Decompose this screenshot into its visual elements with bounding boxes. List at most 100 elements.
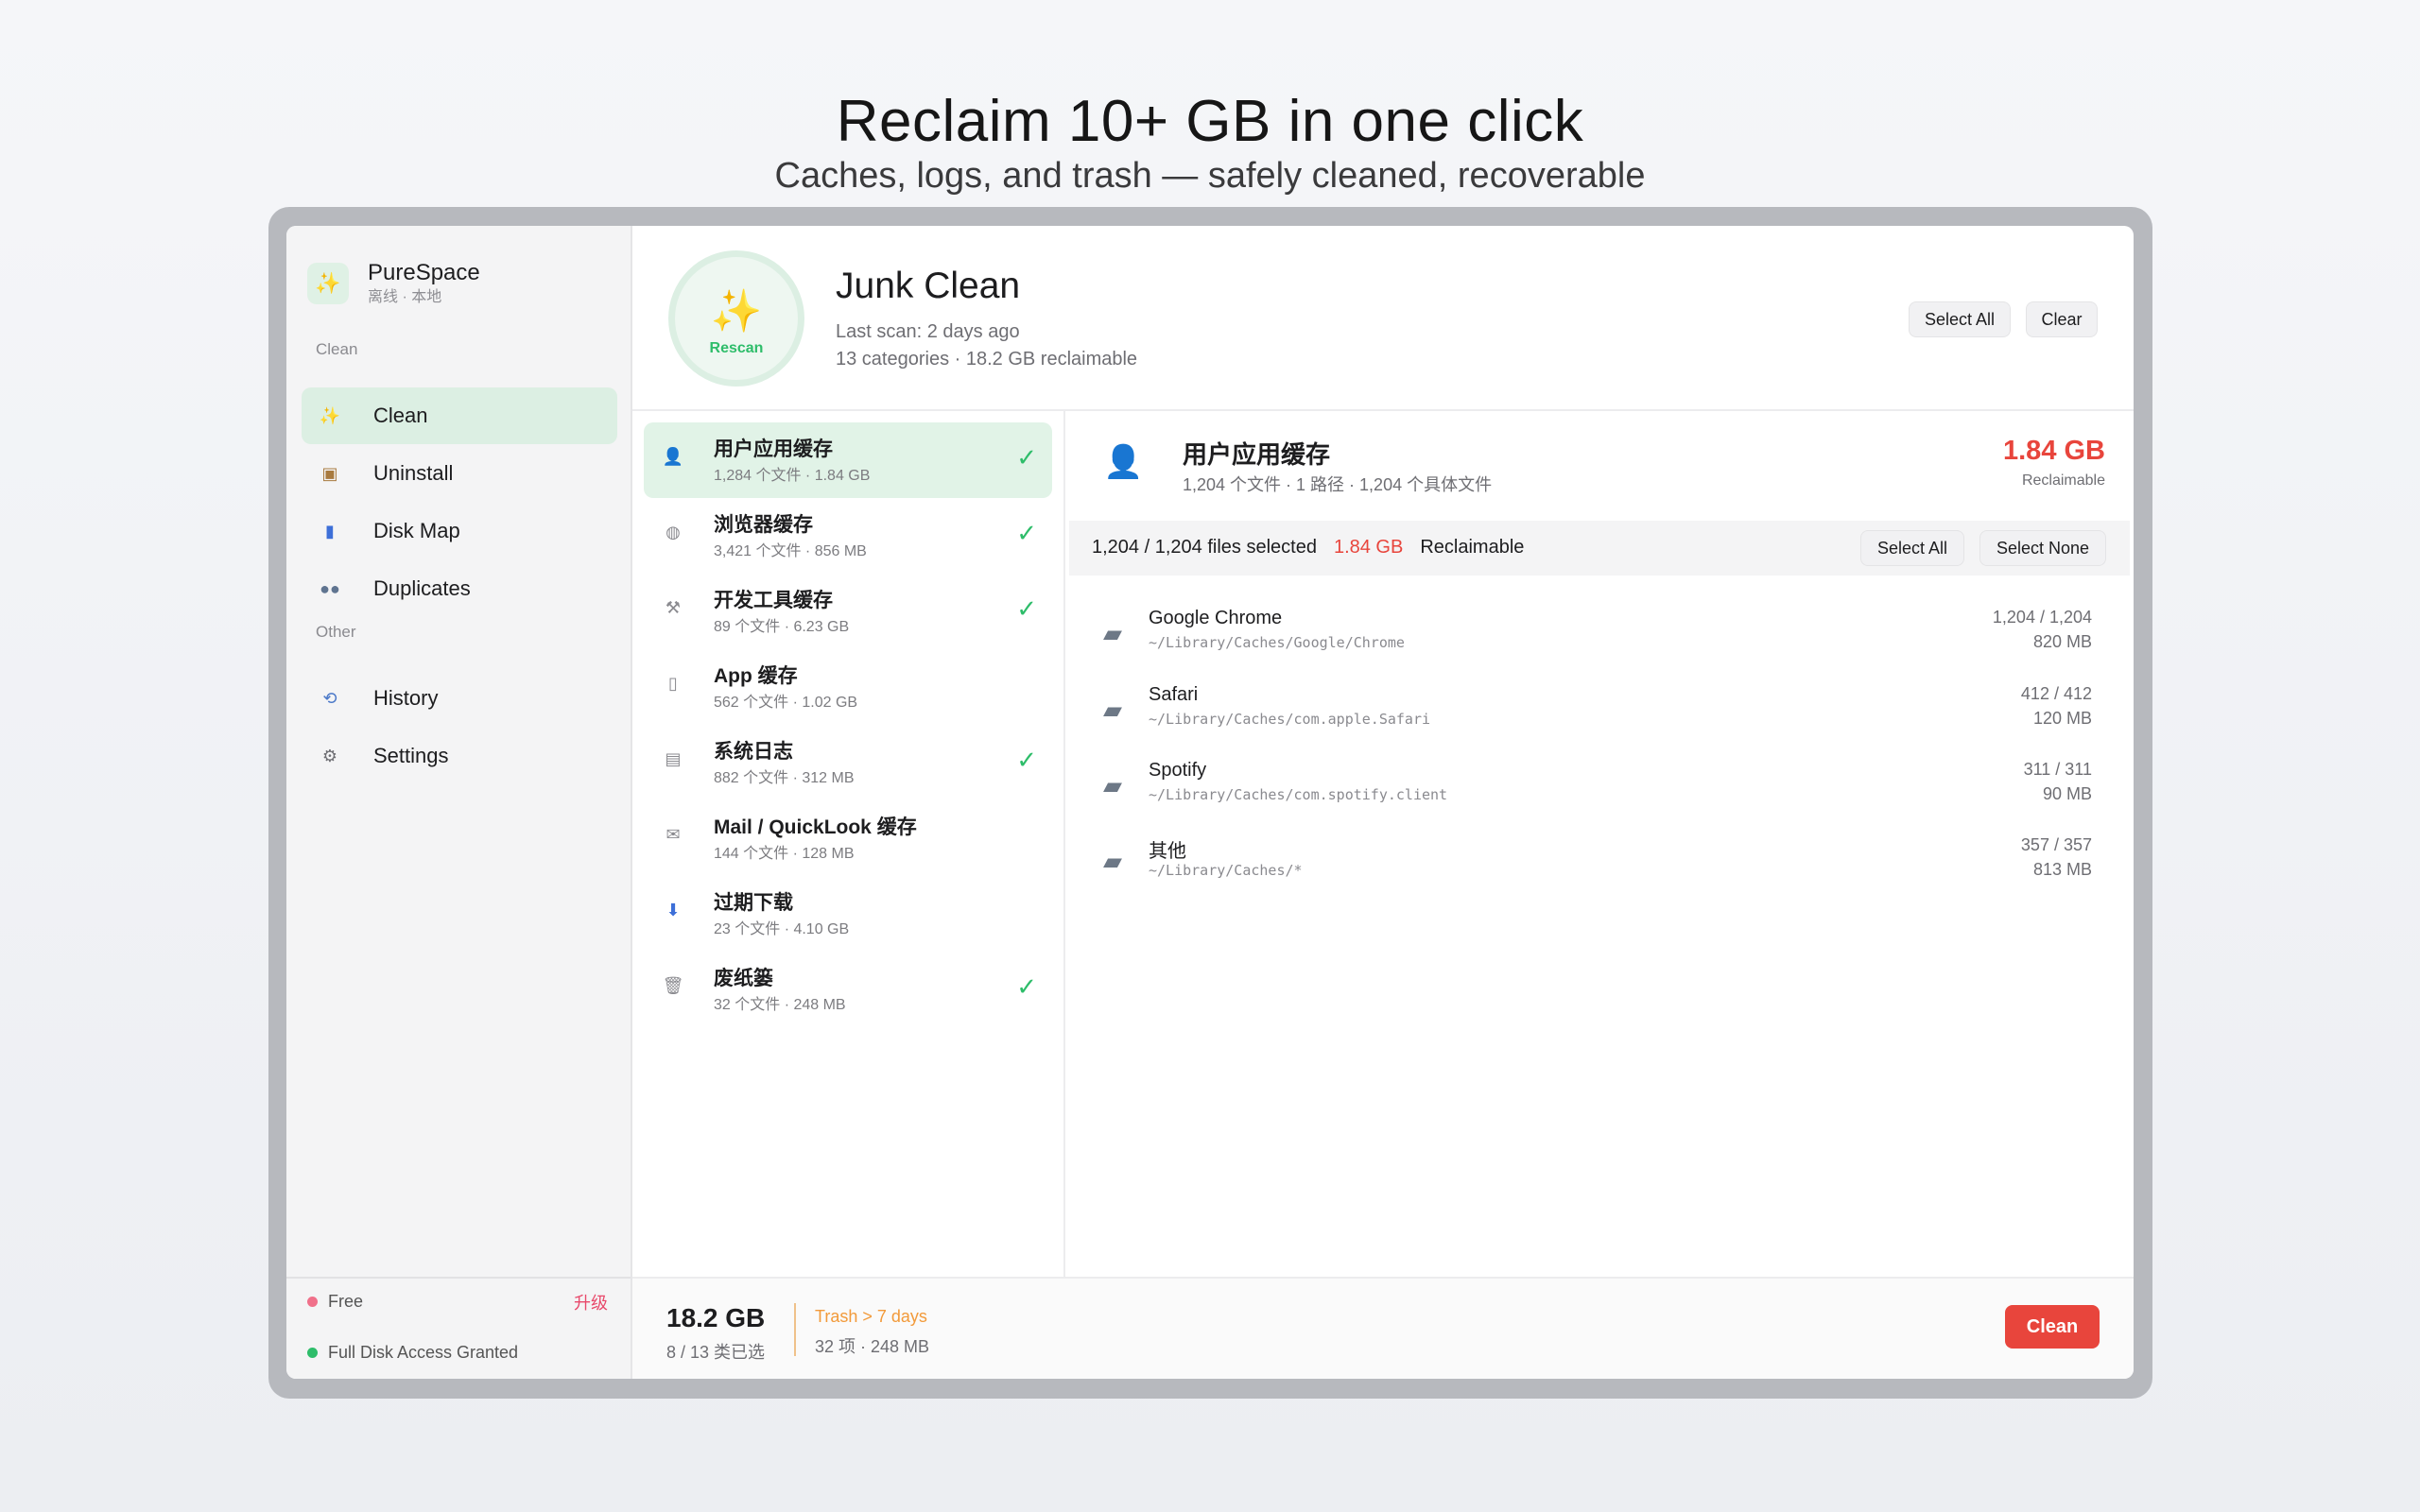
folder-icon: ▰ — [1103, 619, 1122, 647]
footer-divider — [794, 1303, 796, 1356]
select-all-files-button[interactable]: Select All — [1860, 530, 1964, 566]
user-icon: 👤 — [1103, 444, 1144, 480]
app-window: ✨ PureSpace 离线 · 本地 Clean ✨ Clean ▣ Unin… — [286, 226, 2134, 1379]
sidebar-item-label: History — [373, 686, 439, 710]
scan-summary: 13 categories · 18.2 GB reclaimable — [836, 349, 1138, 369]
category-meta: 89 个文件 · 6.23 GB — [714, 619, 850, 635]
detail-title: 用户应用缓存 — [1183, 440, 1331, 469]
detail-pane: 👤 用户应用缓存 1,204 个文件 · 1 路径 · 1,204 个具体文件 … — [1065, 411, 2134, 1277]
category-title: 过期下载 — [714, 892, 793, 914]
selection-label: Reclaimable — [1420, 537, 1525, 558]
hero-subtitle: Caches, logs, and trash — safely cleaned… — [774, 156, 1646, 196]
category-item-user-app-cache[interactable]: 👤 用户应用缓存 1,284 个文件 · 1.84 GB ✓ — [644, 422, 1052, 498]
category-meta: 3,421 个文件 · 856 MB — [714, 543, 867, 559]
file-size: 813 MB — [2032, 860, 2092, 879]
file-name: Google Chrome — [1149, 608, 1283, 628]
sidebar-item-history[interactable]: ⟲ History — [302, 670, 617, 727]
footer-bar: 18.2 GB 8 / 13 类已选 Trash > 7 days 32 项 ·… — [632, 1277, 2134, 1379]
category-item-old-downloads[interactable]: ⬇ 过期下载 23 个文件 · 4.10 GB — [644, 876, 1052, 952]
category-meta: 144 个文件 · 128 MB — [714, 846, 855, 862]
category-item-browser-cache[interactable]: ◍ 浏览器缓存 3,421 个文件 · 856 MB ✓ — [644, 498, 1052, 574]
file-row[interactable]: ▰ Google Chrome ~/Library/Caches/Google/… — [1103, 606, 2092, 664]
selection-count: 1,204 / 1,204 files selected — [1092, 537, 1317, 558]
rescan-button[interactable]: ✨ Rescan — [668, 250, 804, 387]
sparkles-icon: ✨ — [319, 405, 341, 425]
checkmark-icon[interactable]: ✓ — [1016, 519, 1037, 548]
file-name: 其他 — [1149, 841, 1186, 862]
folder-icon: ▰ — [1103, 696, 1122, 724]
category-item-mail-quicklook-cache[interactable]: ✉ Mail / QuickLook 缓存 144 个文件 · 128 MB — [644, 800, 1052, 876]
category-item-app-cache[interactable]: ▯ App 缓存 562 个文件 · 1.02 GB — [644, 649, 1052, 725]
trash-icon: 🗑 — [662, 976, 684, 995]
sidebar-footer-divider — [286, 1277, 631, 1279]
download-icon: ⬇ — [666, 901, 681, 919]
last-scan: Last scan: 2 days ago — [836, 321, 1020, 342]
sidebar-item-label: Settings — [373, 744, 449, 767]
selection-summary: 1,204 / 1,204 files selected 1.84 GB Rec… — [1092, 537, 1524, 558]
sparkles-icon: ✨ — [710, 288, 763, 335]
category-list: 👤 用户应用缓存 1,284 个文件 · 1.84 GB ✓ ◍ 浏览器缓存 3… — [632, 411, 1065, 1277]
checkmark-icon[interactable]: ✓ — [1016, 443, 1037, 472]
file-path: ~/Library/Caches/Google/Chrome — [1149, 634, 1405, 651]
select-none-button[interactable]: Select None — [1979, 530, 2106, 566]
file-size: 120 MB — [2032, 709, 2092, 728]
app-name: PureSpace — [368, 260, 480, 285]
upgrade-link[interactable]: 升级 — [574, 1290, 608, 1314]
category-meta: 882 个文件 · 312 MB — [714, 770, 855, 786]
main-header: ✨ Rescan Junk Clean Last scan: 2 days ag… — [632, 226, 2134, 411]
trash-summary-meta: 32 项 · 248 MB — [815, 1337, 930, 1356]
file-count: 412 / 412 — [2020, 684, 2092, 703]
category-title: 开发工具缓存 — [714, 590, 833, 611]
checkmark-icon[interactable]: ✓ — [1016, 746, 1037, 775]
hero-title: Reclaim 10+ GB in one click — [836, 89, 1584, 154]
file-count: 357 / 357 — [2020, 835, 2092, 854]
file-row[interactable]: ▰ Safari ~/Library/Caches/com.apple.Safa… — [1103, 682, 2092, 741]
status-dot — [307, 1348, 318, 1358]
file-path: ~/Library/Caches/com.spotify.client — [1149, 786, 1448, 803]
folder-icon: ▰ — [1103, 847, 1122, 875]
category-title: App 缓存 — [714, 665, 798, 687]
category-item-trash[interactable]: 🗑 废纸篓 32 个文件 · 248 MB ✓ — [644, 952, 1052, 1027]
file-path: ~/Library/Caches/* — [1149, 862, 1303, 879]
category-title: 系统日志 — [714, 741, 793, 763]
clear-button[interactable]: Clear — [2026, 301, 2098, 337]
document-icon: ▤ — [665, 749, 682, 768]
detail-subtitle: 1,204 个文件 · 1 路径 · 1,204 个具体文件 — [1183, 475, 1493, 494]
sidebar-item-label: Duplicates — [373, 576, 471, 600]
trash-summary-title: Trash > 7 days — [815, 1307, 927, 1326]
sidebar-item-label: Disk Map — [373, 519, 460, 542]
bar-chart-icon: ▮ — [325, 521, 335, 541]
user-icon: 👤 — [662, 447, 684, 466]
clean-button[interactable]: Clean — [2005, 1305, 2100, 1349]
file-path: ~/Library/Caches/com.apple.Safari — [1149, 711, 1431, 728]
sidebar: ✨ PureSpace 离线 · 本地 Clean ✨ Clean ▣ Unin… — [286, 226, 632, 1379]
sparkles-icon: ✨ — [307, 263, 349, 304]
detail-size-label: Reclaimable — [2021, 472, 2105, 489]
category-item-dev-tools-cache[interactable]: ⚒ 开发工具缓存 89 个文件 · 6.23 GB ✓ — [644, 574, 1052, 649]
selection-bar: 1,204 / 1,204 files selected 1.84 GB Rec… — [1069, 521, 2130, 576]
category-meta: 1,284 个文件 · 1.84 GB — [714, 468, 871, 484]
sidebar-item-duplicates[interactable]: ●● Duplicates — [302, 560, 617, 617]
category-item-system-logs[interactable]: ▤ 系统日志 882 个文件 · 312 MB ✓ — [644, 725, 1052, 800]
checkmark-icon[interactable]: ✓ — [1016, 972, 1037, 1002]
status-dot — [307, 1297, 318, 1307]
sidebar-item-clean[interactable]: ✨ Clean — [302, 387, 617, 444]
category-meta: 562 个文件 · 1.02 GB — [714, 695, 858, 711]
phone-icon: ▯ — [668, 674, 678, 693]
app-header: ✨ PureSpace 离线 · 本地 — [307, 259, 480, 308]
file-row[interactable]: ▰ Spotify ~/Library/Caches/com.spotify.c… — [1103, 758, 2092, 816]
gear-icon: ⚙ — [321, 746, 338, 765]
sidebar-item-label: Uninstall — [373, 461, 454, 485]
sidebar-item-settings[interactable]: ⚙ Settings — [302, 728, 617, 784]
select-all-button[interactable]: Select All — [1909, 301, 2011, 337]
sidebar-item-uninstall[interactable]: ▣ Uninstall — [302, 445, 617, 502]
app-status: 离线 · 本地 — [368, 289, 442, 305]
section-label-other: Other — [316, 623, 356, 641]
sidebar-item-disk-map[interactable]: ▮ Disk Map — [302, 503, 617, 559]
file-row[interactable]: ▰ 其他 ~/Library/Caches/* 357 / 357 813 MB — [1103, 833, 2092, 892]
checkmark-icon[interactable]: ✓ — [1016, 594, 1037, 624]
disk-access-status: Full Disk Access Granted — [307, 1343, 518, 1363]
plan-status: Free — [307, 1292, 363, 1312]
category-title: 浏览器缓存 — [714, 514, 813, 536]
detail-size: 1.84 GB — [2003, 436, 2105, 466]
